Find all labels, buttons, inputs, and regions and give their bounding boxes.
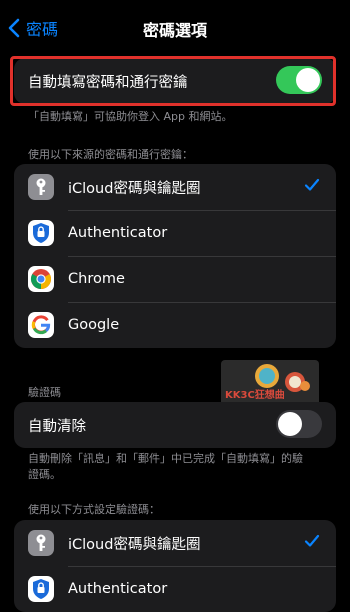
autofill-caption: 「自動填寫」可協助你登入 App 和網站。 xyxy=(28,110,233,123)
source-label: Chrome xyxy=(68,271,125,287)
watermark-logo: KK3C狂想曲 xyxy=(221,360,319,408)
keys-icon xyxy=(28,530,54,556)
setup-row-icloud-keychain[interactable]: iCloud密碼與鑰匙圈 xyxy=(14,520,336,566)
keys-icon xyxy=(28,174,54,200)
setup-source-label: Authenticator xyxy=(68,581,168,597)
auto-clear-group: 自動清除 xyxy=(14,402,336,448)
sources-list: iCloud密碼與鑰匙圈 Authenticator Chrome Google xyxy=(14,164,336,348)
authenticator-icon xyxy=(28,220,54,246)
page-title: 密碼選項 xyxy=(142,21,207,40)
watermark-text: KK3C狂想曲 xyxy=(225,390,285,401)
source-row-google[interactable]: Google xyxy=(14,302,336,348)
chrome-icon xyxy=(28,266,54,292)
source-label: Google xyxy=(68,317,120,333)
navigation-bar: 密碼 密碼選項 xyxy=(0,0,350,56)
google-icon xyxy=(28,312,54,338)
source-row-icloud-keychain[interactable]: iCloud密碼與鑰匙圈 xyxy=(14,164,336,210)
setup-row-authenticator[interactable]: Authenticator xyxy=(14,566,336,612)
codes-header: 驗證碼 xyxy=(28,386,61,399)
toggle-knob xyxy=(278,412,302,436)
source-row-chrome[interactable]: Chrome xyxy=(14,256,336,302)
auto-clear-label: 自動清除 xyxy=(28,418,86,435)
setup-header: 使用以下方式設定驗證碼： xyxy=(28,503,160,516)
sources-header: 使用以下來源的密碼和通行密鑰： xyxy=(28,148,193,161)
source-label: iCloud密碼與鑰匙圈 xyxy=(68,180,201,197)
source-row-authenticator[interactable]: Authenticator xyxy=(14,210,336,256)
auto-clear-row[interactable]: 自動清除 xyxy=(14,402,336,448)
authenticator-icon xyxy=(28,576,54,602)
checkmark-icon xyxy=(304,178,320,191)
highlight-box xyxy=(10,56,336,106)
setup-source-label: iCloud密碼與鑰匙圈 xyxy=(68,536,201,553)
setup-sources-list: iCloud密碼與鑰匙圈 Authenticator xyxy=(14,520,336,612)
checkmark-icon xyxy=(304,534,320,547)
auto-clear-toggle[interactable] xyxy=(276,410,322,438)
auto-clear-caption: 自動刪除「訊息」和「郵件」中已完成「自動填寫」的驗證碼。 xyxy=(28,452,303,481)
source-label: Authenticator xyxy=(68,225,168,241)
